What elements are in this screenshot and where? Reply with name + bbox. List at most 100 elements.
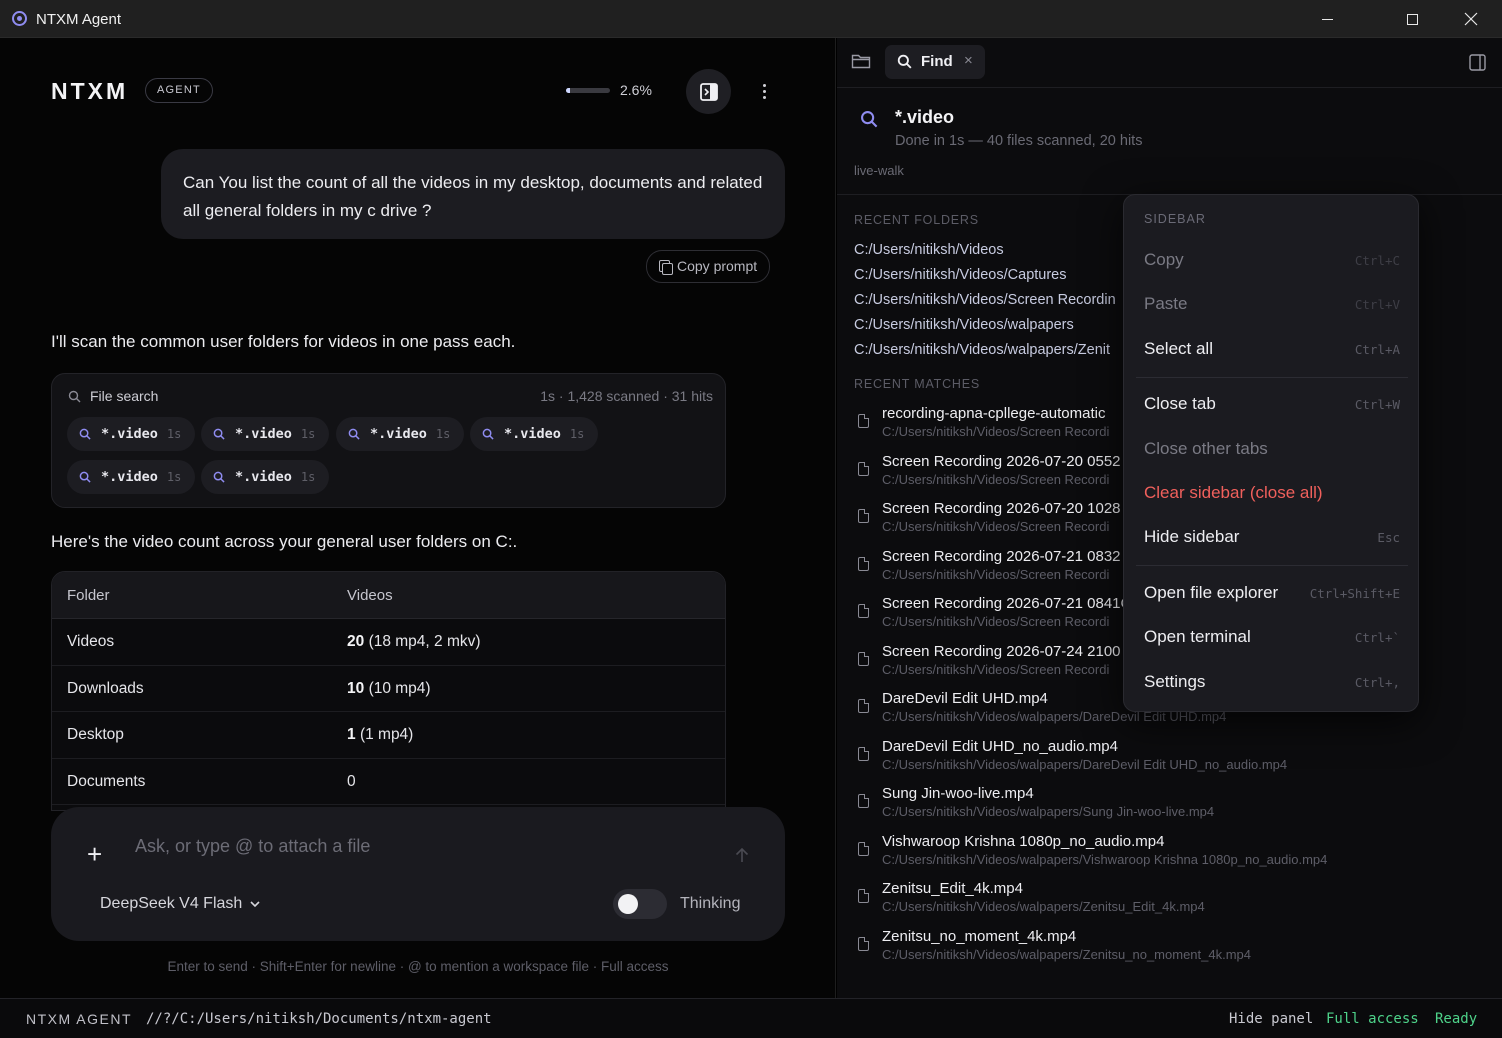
recent-folder-item[interactable]: C:/Users/nitiksh/Videos/Screen Recordin xyxy=(854,292,1116,308)
menu-item-close-other-tabs[interactable]: Close other tabs xyxy=(1124,431,1420,469)
search-icon xyxy=(79,471,91,483)
folder-cell: Videos xyxy=(67,633,115,650)
tab-find[interactable]: Find × xyxy=(885,45,985,79)
file-search-card: File search 1s · 1,428 scanned · 31 hits… xyxy=(51,373,726,508)
file-icon xyxy=(858,937,869,951)
file-icon xyxy=(858,462,869,476)
match-path: C:/Users/nitiksh/Videos/Screen Recordi xyxy=(882,472,1110,487)
attach-plus-button[interactable]: + xyxy=(87,839,102,870)
match-path: C:/Users/nitiksh/Videos/Screen Recordi xyxy=(882,662,1110,677)
match-item[interactable]: Vishwaroop Krishna 1080p_no_audio.mp4 C:… xyxy=(854,833,1494,877)
menu-item-label: Hide sidebar xyxy=(1144,527,1240,546)
videos-count: 10 xyxy=(347,679,365,697)
menu-item-shortcut: Ctrl+Shift+E xyxy=(1309,586,1400,601)
table-row: Downloads 10 (10 mp4) xyxy=(52,666,725,712)
match-item[interactable]: Sung Jin-woo-live.mp4 C:/Users/nitiksh/V… xyxy=(854,785,1494,829)
match-path: C:/Users/nitiksh/Videos/walpapers/Zenits… xyxy=(882,947,1251,962)
status-app-name: NTXM AGENT xyxy=(26,1011,133,1027)
table-row: Videos 20 (18 mp4, 2 mkv) xyxy=(52,619,725,666)
search-chip[interactable]: *.video 1s xyxy=(336,417,465,451)
match-name: recording-apna-cpllege-automatic xyxy=(882,405,1106,422)
search-icon xyxy=(897,54,912,69)
file-icon xyxy=(858,652,869,666)
menu-item-close-tab[interactable]: Close tab Ctrl+W xyxy=(1124,386,1420,424)
menu-item-label: Close tab xyxy=(1144,394,1216,413)
toggle-panel-button[interactable] xyxy=(686,69,731,114)
copy-prompt-label: Copy prompt xyxy=(677,258,758,274)
assistant-summary: Here's the video count across your gener… xyxy=(51,532,518,551)
search-chip-label: *.video xyxy=(101,469,158,485)
menu-item-open-terminal[interactable]: Open terminal Ctrl+` xyxy=(1124,619,1420,657)
search-chip[interactable]: *.video 1s xyxy=(201,417,330,451)
match-name: DareDevil Edit UHD.mp4 xyxy=(882,690,1048,707)
menu-item-copy[interactable]: Copy Ctrl+C xyxy=(1124,242,1420,280)
minimize-button[interactable] xyxy=(1298,0,1356,38)
videos-cell: 10 (10 mp4) xyxy=(347,680,431,698)
chevron-down-icon[interactable] xyxy=(249,898,261,910)
close-tab-icon[interactable]: × xyxy=(964,52,973,69)
search-chip[interactable]: *.video 1s xyxy=(67,460,196,494)
composer-hint: Enter to send · Shift+Enter for newline … xyxy=(167,959,669,974)
sidebar-toggle-icon[interactable] xyxy=(1469,54,1486,71)
file-icon xyxy=(858,699,869,713)
file-icon xyxy=(858,842,869,856)
match-item[interactable]: Zenitsu_no_moment_4k.mp4 C:/Users/nitiks… xyxy=(854,928,1494,972)
recent-folder-item[interactable]: C:/Users/nitiksh/Videos/Captures xyxy=(854,267,1067,283)
more-options-button[interactable] xyxy=(754,79,774,103)
menu-item-open-file-explorer[interactable]: Open file explorer Ctrl+Shift+E xyxy=(1124,575,1420,613)
file-icon xyxy=(858,604,869,618)
search-chip-time: 1s xyxy=(166,470,182,484)
match-name: Zenitsu_Edit_4k.mp4 xyxy=(882,880,1023,897)
file-icon xyxy=(858,747,869,761)
menu-item-settings[interactable]: Settings Ctrl+, xyxy=(1124,664,1420,702)
folder-icon[interactable] xyxy=(851,52,871,70)
assistant-intro: I'll scan the common user folders for vi… xyxy=(51,332,516,351)
search-chip[interactable]: *.video 1s xyxy=(67,417,196,451)
agent-badge: AGENT xyxy=(145,78,213,103)
menu-divider xyxy=(1136,565,1408,566)
message-input[interactable]: Ask, or type @ to attach a file xyxy=(135,836,370,857)
send-arrow-icon[interactable] xyxy=(735,847,749,863)
table-row: Desktop 1 (1 mp4) xyxy=(52,712,725,759)
close-window-button[interactable] xyxy=(1442,0,1500,38)
maximize-icon xyxy=(1406,13,1418,25)
hide-panel-button[interactable]: Hide panel xyxy=(1229,1011,1313,1027)
match-path: C:/Users/nitiksh/Videos/Screen Recordi xyxy=(882,424,1110,439)
menu-item-label: Copy xyxy=(1144,250,1184,269)
search-chip[interactable]: *.video 1s xyxy=(470,417,599,451)
search-chip-time: 1s xyxy=(300,470,316,484)
menu-item-select-all[interactable]: Select all Ctrl+A xyxy=(1124,331,1420,369)
status-bar: NTXM AGENT //?/C:/Users/nitiksh/Document… xyxy=(0,998,1502,1038)
menu-item-shortcut: Ctrl+A xyxy=(1354,342,1400,357)
maximize-button[interactable] xyxy=(1383,0,1441,38)
menu-item-paste[interactable]: Paste Ctrl+V xyxy=(1124,286,1420,324)
model-selector[interactable]: DeepSeek V4 Flash xyxy=(100,895,242,913)
videos-count: 20 xyxy=(347,633,365,650)
copy-prompt-button[interactable]: Copy prompt xyxy=(646,250,771,283)
search-chip[interactable]: *.video 1s xyxy=(201,460,330,494)
videos-count: 1 xyxy=(347,726,356,743)
menu-item-shortcut: Esc xyxy=(1377,530,1400,545)
menu-item-label: Select all xyxy=(1144,339,1213,358)
search-chip-time: 1s xyxy=(300,427,316,441)
videos-detail: (18 mp4, 2 mkv) xyxy=(368,633,481,650)
sidebar-tabbar: Find × xyxy=(837,38,1502,88)
menu-item-hide-sidebar[interactable]: Hide sidebar Esc xyxy=(1124,519,1420,557)
menu-item-clear-sidebar[interactable]: Clear sidebar (close all) xyxy=(1124,475,1420,513)
match-item[interactable]: DareDevil Edit UHD_no_audio.mp4 C:/Users… xyxy=(854,738,1494,782)
menu-item-label: Settings xyxy=(1144,672,1206,691)
match-item[interactable]: Zenitsu_Edit_4k.mp4 C:/Users/nitiksh/Vid… xyxy=(854,880,1494,924)
match-name: DareDevil Edit UHD_no_audio.mp4 xyxy=(882,738,1118,755)
search-icon xyxy=(213,428,225,440)
search-chip-time: 1s xyxy=(435,427,451,441)
thinking-label: Thinking xyxy=(680,895,741,912)
file-search-stats: 1s · 1,428 scanned · 31 hits xyxy=(540,388,713,404)
recent-folder-item[interactable]: C:/Users/nitiksh/Videos/walpapers xyxy=(854,317,1074,333)
file-icon xyxy=(858,509,869,523)
app-logo-icon xyxy=(12,11,27,26)
search-icon xyxy=(861,111,878,128)
recent-folder-item[interactable]: C:/Users/nitiksh/Videos xyxy=(854,242,1004,258)
thinking-toggle[interactable] xyxy=(613,889,667,919)
recent-folder-item[interactable]: C:/Users/nitiksh/Videos/walpapers/Zenit xyxy=(854,342,1110,358)
recent-matches-heading: RECENT MATCHES xyxy=(854,377,981,391)
